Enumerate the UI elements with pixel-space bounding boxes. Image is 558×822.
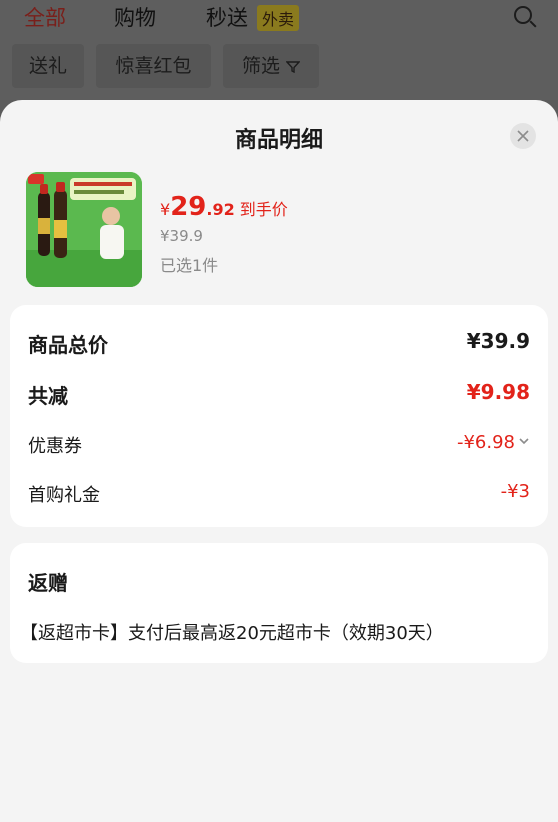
tab-all[interactable]: 全部 (24, 2, 66, 32)
coupon-value-wrap[interactable]: -¥6.98 (457, 432, 530, 453)
selected-count: 已选1件 (160, 256, 219, 275)
funnel-icon (286, 61, 300, 73)
background-app: 全部 购物 秒送 外卖 送礼 惊喜红包 筛选 (0, 0, 558, 100)
product-image-art (26, 172, 142, 287)
summary-label: 优惠券 (28, 436, 82, 457)
filter-gift[interactable]: 送礼 (12, 44, 84, 88)
rebate-title: 返赠 (28, 571, 68, 595)
sheet-title: 商品明细 (234, 128, 323, 153)
summary-label: 商品总价 (28, 333, 108, 357)
summary-value: ¥39.9 (466, 329, 530, 353)
price-currency: ¥ (160, 200, 171, 219)
rebate-card: 返赠 【返超市卡】支付后最高返20元超市卡（效期30天） (10, 543, 548, 663)
price-label: 到手价 (239, 200, 288, 219)
search-icon[interactable] (514, 6, 532, 24)
summary-label: 首购礼金 (28, 485, 100, 506)
filter-surprise-redpacket[interactable]: 惊喜红包 (96, 44, 211, 88)
product-image (26, 172, 142, 287)
final-price: ¥29.92 到手价 (160, 192, 288, 222)
summary-value: -¥3 (500, 481, 530, 502)
original-price: ¥39.9 (160, 227, 203, 245)
top-tabs: 全部 购物 秒送 外卖 (0, 0, 558, 34)
price-integer: 29 (170, 192, 207, 222)
close-icon (517, 130, 529, 142)
chevron-down-icon (519, 438, 529, 445)
tab-instant-delivery[interactable]: 秒送 (206, 2, 248, 32)
rebate-description: 【返超市卡】支付后最高返20元超市卡（效期30天） (20, 623, 444, 644)
summary-value: ¥9.98 (466, 380, 530, 404)
price-decimal: .92 (206, 200, 235, 219)
filter-label: 筛选 (241, 55, 280, 77)
tab-shopping[interactable]: 购物 (114, 2, 156, 32)
filter-button[interactable]: 筛选 (223, 44, 319, 88)
summary-label: 共减 (28, 384, 68, 408)
price-summary-card: 商品总价 ¥39.9 共减 ¥9.98 优惠券 -¥6.98 首购礼金 -¥3 (10, 305, 548, 527)
summary-value: -¥6.98 (456, 432, 515, 453)
close-button[interactable] (510, 123, 536, 149)
filter-bar: 送礼 惊喜红包 筛选 (0, 44, 558, 88)
product-detail-sheet: 商品明细 ¥29.92 到手价 ¥39.9 已选1件 商品总价 ¥39.9 共减… (0, 100, 558, 822)
takeout-badge: 外卖 (257, 5, 300, 31)
